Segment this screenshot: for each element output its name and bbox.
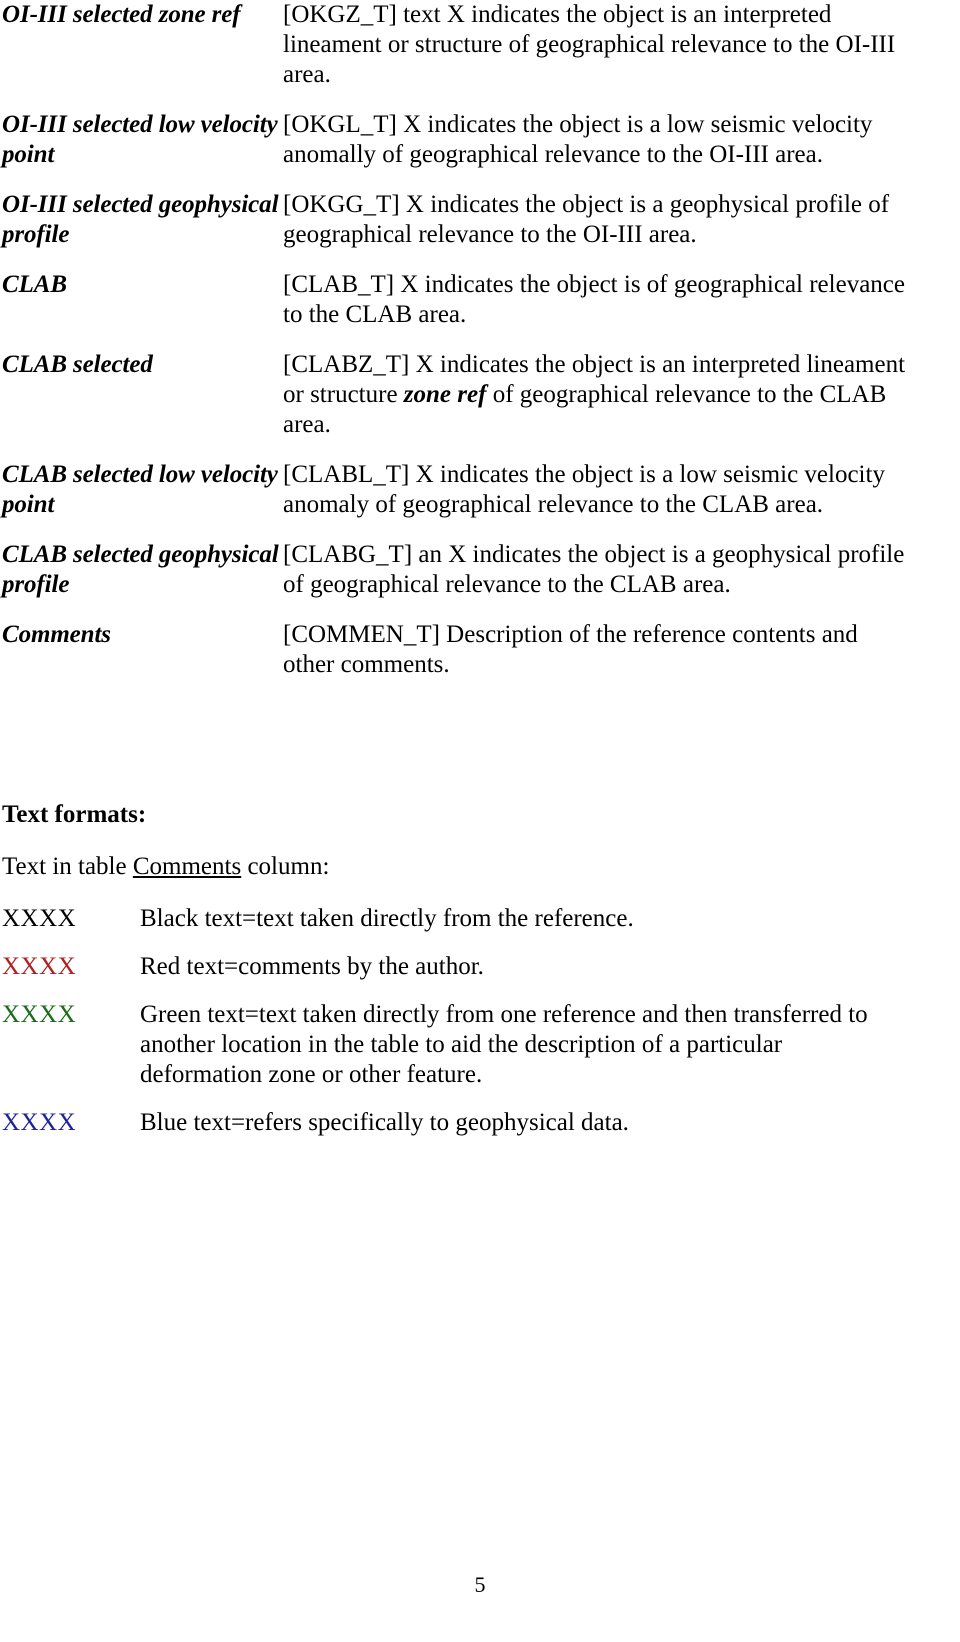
definition-term: OI-III selected low velocity point <box>2 111 278 168</box>
legend-swatch-green: XXXX <box>2 1001 77 1028</box>
description-text: [OKGG_T] X indicates the object is a geo… <box>283 191 890 248</box>
definition-term: CLAB selected geophysical profile <box>2 541 279 598</box>
description-text: [COMMEN_T] Description of the reference … <box>283 621 858 678</box>
legend-item-green: XXXX Green text=text taken directly from… <box>0 1000 960 1090</box>
table-row: Comments [COMMEN_T] Description of the r… <box>0 620 960 680</box>
legend-description-green: Green text=text taken directly from one … <box>140 1001 868 1088</box>
definition-term: OI-III selected geophysical profile <box>2 191 279 248</box>
table-row: CLAB selected [CLABZ_T] X indicates the … <box>0 350 960 440</box>
subheading-underlined-term: Comments <box>132 853 242 880</box>
legend-description-red: Red text=comments by the author. <box>140 953 484 980</box>
legend-swatch-black: XXXX <box>2 905 77 932</box>
legend-description-black: Black text=text taken directly from the … <box>140 905 634 932</box>
document-page: OI-III selected zone ref [OKGZ_T] text X… <box>0 0 960 1642</box>
section-subheading: Text in table Comments column: <box>0 852 960 882</box>
definition-table: OI-III selected zone ref [OKGZ_T] text X… <box>0 0 960 700</box>
definition-description: [CLABL_T] X indicates the object is a lo… <box>283 460 960 520</box>
definition-term: CLAB selected <box>2 351 153 378</box>
legend-item-black: XXXX Black text=text taken directly from… <box>0 904 960 934</box>
definition-description: [OKGL_T] X indicates the object is a low… <box>283 110 960 170</box>
description-text: [CLABG_T] an X indicates the object is a… <box>283 541 905 598</box>
description-emphasis: zone ref <box>403 381 487 408</box>
definition-description: [COMMEN_T] Description of the reference … <box>283 620 960 680</box>
definition-term: CLAB selected low velocity point <box>2 461 278 518</box>
table-row: CLAB [CLAB_T] X indicates the object is … <box>0 270 960 330</box>
definition-description: [CLABG_T] an X indicates the object is a… <box>283 540 960 600</box>
subheading-suffix: column: <box>241 853 330 880</box>
definition-description: [OKGG_T] X indicates the object is a geo… <box>283 190 960 250</box>
legend-description-blue: Blue text=refers specifically to geophys… <box>140 1109 629 1136</box>
definition-term: CLAB <box>2 271 67 298</box>
definition-description: [CLAB_T] X indicates the object is of ge… <box>283 270 960 330</box>
table-row: CLAB selected geophysical profile [CLABG… <box>0 540 960 600</box>
table-row: OI-III selected zone ref [OKGZ_T] text X… <box>0 0 960 90</box>
description-text: [CLAB_T] X indicates the object is of ge… <box>283 271 905 328</box>
subheading-prefix: Text in table <box>2 853 133 880</box>
legend-swatch-blue: XXXX <box>2 1109 77 1136</box>
table-row: CLAB selected low velocity point [CLABL_… <box>0 460 960 520</box>
table-row: OI-III selected geophysical profile [OKG… <box>0 190 960 250</box>
legend-swatch-red: XXXX <box>2 953 77 980</box>
definition-description: [OKGZ_T] text X indicates the object is … <box>283 0 960 90</box>
legend-item-red: XXXX Red text=comments by the author. <box>0 952 960 982</box>
section-heading: Text formats: <box>2 801 147 828</box>
page-number: 5 <box>474 1572 486 1597</box>
legend-item-blue: XXXX Blue text=refers specifically to ge… <box>0 1108 960 1138</box>
description-text: [CLABL_T] X indicates the object is a lo… <box>283 461 885 518</box>
table-row: OI-III selected low velocity point [OKGL… <box>0 110 960 170</box>
description-text: [OKGL_T] X indicates the object is a low… <box>283 111 873 168</box>
description-text: [OKGZ_T] text X indicates the object is … <box>283 1 896 88</box>
definition-term: OI-III selected zone ref <box>2 1 241 28</box>
definition-term: Comments <box>2 621 111 648</box>
text-formats-section: Text formats: Text in table Comments col… <box>0 800 960 1156</box>
definition-description: [CLABZ_T] X indicates the object is an i… <box>283 350 960 440</box>
